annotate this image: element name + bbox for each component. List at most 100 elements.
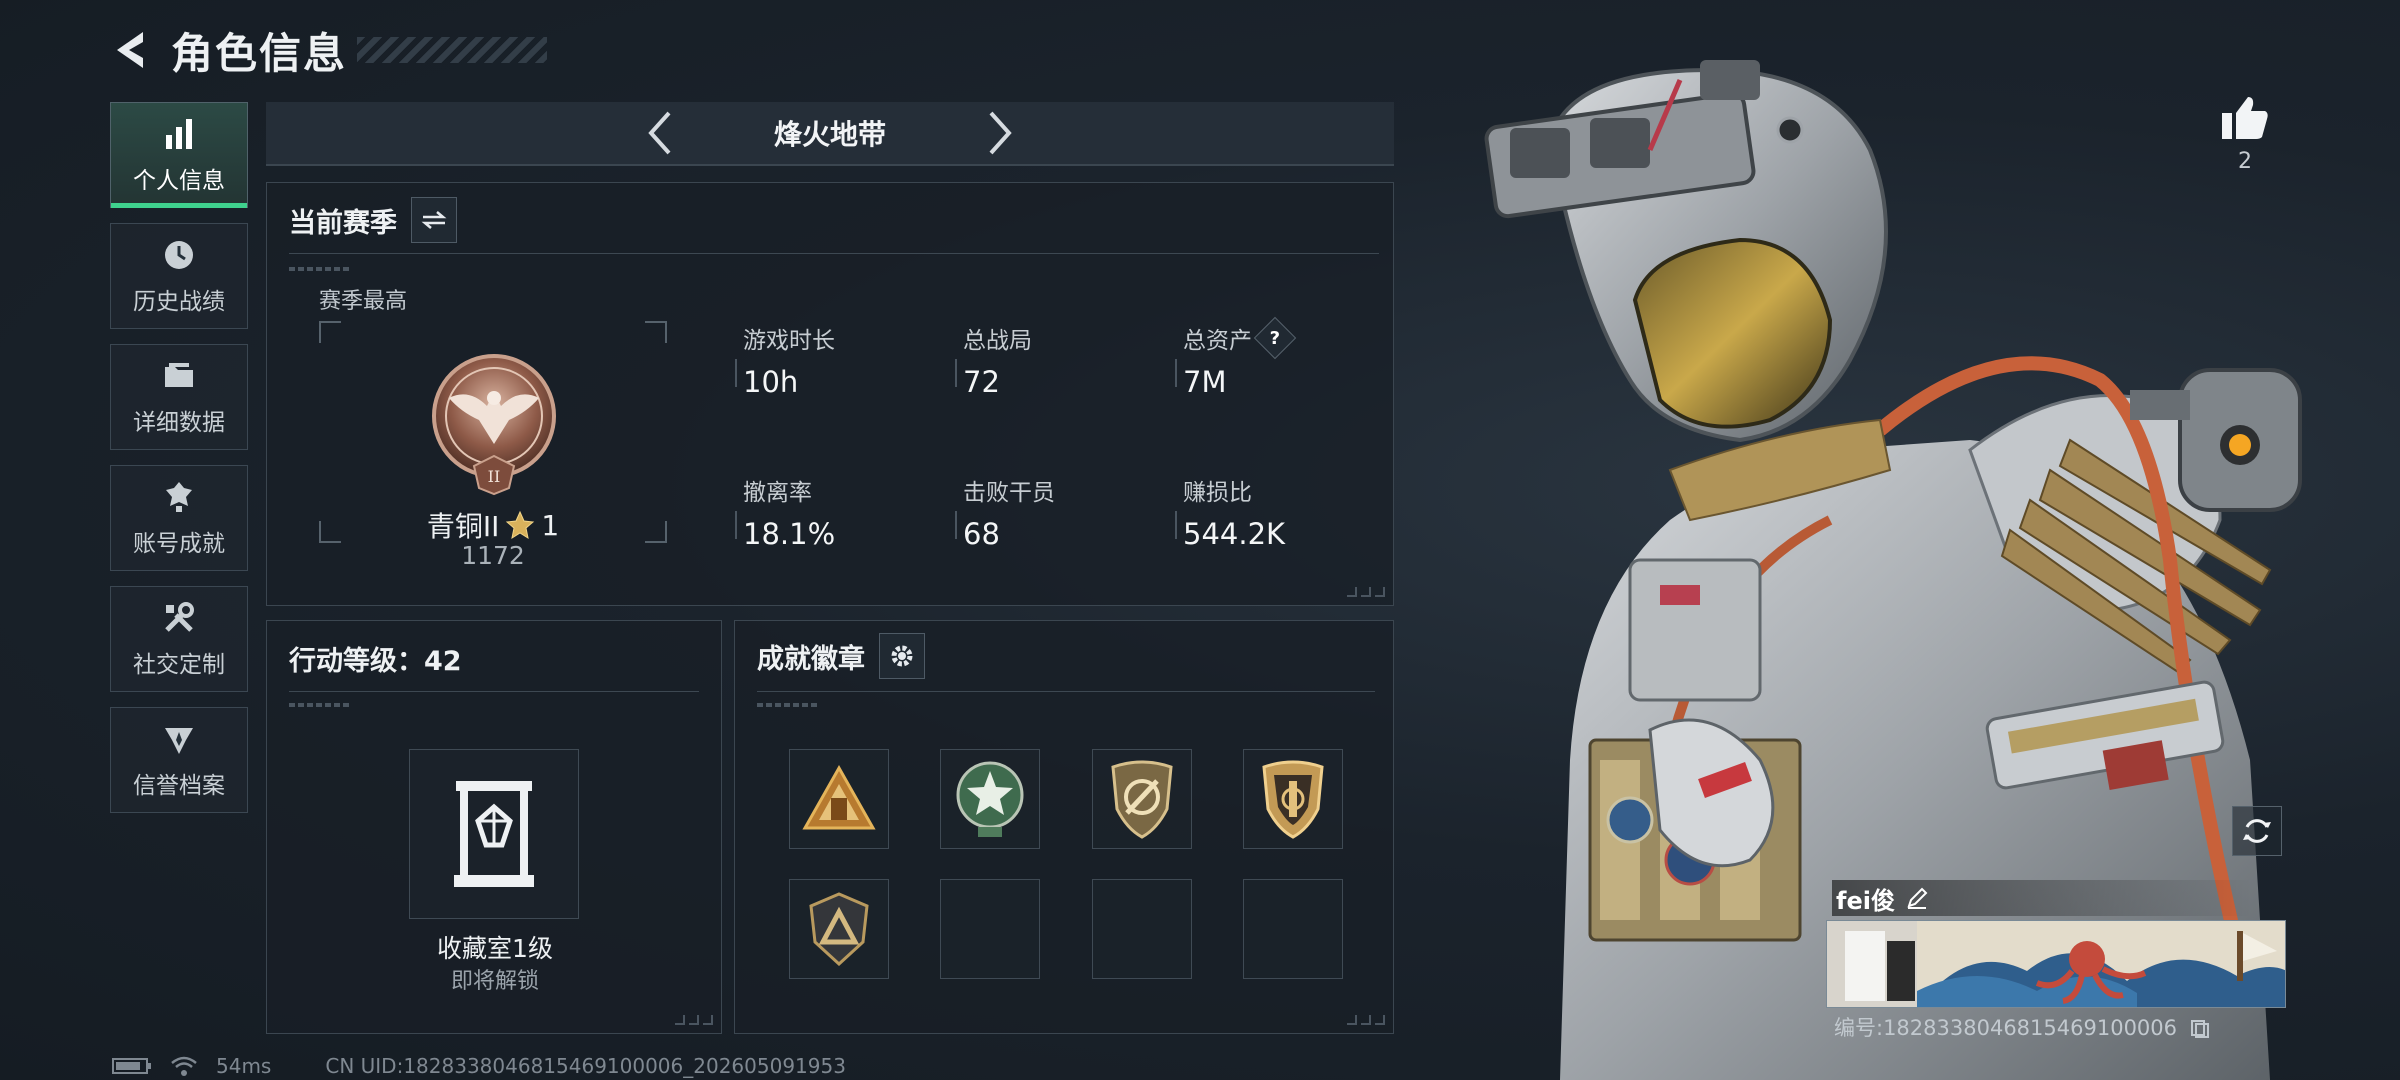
season-best-label: 赛季最高 <box>319 289 408 314</box>
octopus-wave-banner-image <box>1827 921 2285 1007</box>
like-count: 2 <box>2238 149 2252 174</box>
gold-star-icon <box>506 510 535 540</box>
rank-name: 青铜II <box>426 510 500 543</box>
badge-slot-empty[interactable] <box>1092 879 1192 979</box>
rank-star-count: 1 <box>541 508 560 542</box>
battery-icon <box>112 1058 151 1074</box>
divider <box>757 691 1375 692</box>
stat-marker <box>1175 511 1177 539</box>
achievement-badge-panel: 成就徽章 <box>734 620 1394 1034</box>
action-level-panel: 行动等级：42 收藏室1级 即将解锁 <box>266 620 722 1034</box>
stat-label: 击败干员 <box>963 480 1055 506</box>
collection-room-button[interactable] <box>409 749 579 919</box>
badge-slot[interactable] <box>1092 749 1192 849</box>
season-title: 当前赛季 <box>289 207 397 239</box>
stat-label: 撤离率 <box>743 480 812 506</box>
corner-decoration <box>1347 1015 1385 1025</box>
credit-badge-icon <box>160 720 198 758</box>
stat-play-time: 游戏时长 10h <box>735 321 835 399</box>
copy-icon[interactable] <box>2190 1019 2210 1039</box>
sidebar-item-achievements[interactable]: 账号成就 <box>110 465 248 571</box>
badge-slot[interactable] <box>1243 749 1343 849</box>
sidebar-item-personal-info[interactable]: 个人信息 <box>110 102 248 208</box>
badge-slot[interactable] <box>789 749 889 849</box>
mode-name: 烽火地带 <box>773 118 886 151</box>
stat-label: 赚损比 <box>1183 480 1252 506</box>
stat-marker <box>1175 359 1177 387</box>
corner-decoration <box>675 1015 713 1025</box>
sidebar-item-detailed-data[interactable]: 详细数据 <box>110 344 248 450</box>
mode-prev-button[interactable] <box>630 103 690 163</box>
mode-selector: 烽火地带 <box>266 102 1394 166</box>
season-panel: 当前赛季 赛季最高 II 青铜II 1 1172 游戏时长 10h 总战局 72… <box>266 182 1394 606</box>
player-name: fei俊 <box>1836 886 1895 915</box>
mode-next-button[interactable] <box>970 103 1030 163</box>
triangle-squad-badge-icon <box>802 764 876 830</box>
divider <box>289 691 699 692</box>
stat-operators-defeated: 击败干员 68 <box>955 473 1055 551</box>
dash-decoration <box>757 703 817 707</box>
wifi-icon <box>171 1056 197 1076</box>
refresh-button[interactable] <box>2232 806 2282 856</box>
dash-decoration <box>289 267 349 271</box>
stat-profit-loss-ratio: 赚损比 544.2K <box>1175 473 1286 551</box>
chevron-right-icon <box>989 111 1012 155</box>
sidebar-item-history[interactable]: 历史战绩 <box>110 223 248 329</box>
like-button[interactable]: 2 <box>2210 95 2280 174</box>
stat-total-assets: 总资产 ? 7M <box>1175 316 1297 399</box>
stat-value: 18.1% <box>743 517 836 551</box>
stat-value: 7M <box>1183 365 1227 399</box>
back-button[interactable] <box>105 26 153 74</box>
sidebar-item-label: 账号成就 <box>133 531 225 557</box>
stat-value: 10h <box>743 365 799 399</box>
status-bar: 54ms CN UID:1828338046815469100006_20260… <box>112 1054 846 1078</box>
green-star-wreath-badge-icon <box>956 761 1024 837</box>
header: 角色信息 <box>105 20 548 80</box>
sidebar-item-label: 历史战绩 <box>133 289 225 315</box>
player-id: 编号:1828338046815469100006 <box>1834 1012 2210 1042</box>
shield-slash-badge-icon <box>1111 760 1173 839</box>
badge-slot[interactable] <box>940 749 1040 849</box>
rank-emblem: II <box>429 348 559 498</box>
help-button[interactable]: ? <box>1253 316 1297 360</box>
gear-icon <box>891 645 913 667</box>
page-title: 角色信息 <box>171 28 348 78</box>
thumbs-up-icon <box>2222 97 2268 139</box>
folder-icon <box>160 357 198 395</box>
badge-slot[interactable] <box>789 879 889 979</box>
ping-value: 54ms <box>216 1054 272 1078</box>
chevron-left-icon <box>648 111 671 155</box>
player-name-row: fei俊 <box>1832 880 2252 916</box>
wrench-tools-icon <box>160 599 198 637</box>
shield-crest-badge-icon <box>1262 760 1324 839</box>
badge-title: 成就徽章 <box>757 643 865 675</box>
sidebar-item-label: 信誉档案 <box>133 773 225 799</box>
sidebar-item-social-custom[interactable]: 社交定制 <box>110 586 248 692</box>
stat-value: 544.2K <box>1183 517 1286 551</box>
bar-chart-icon <box>160 115 198 153</box>
badge-slot-empty[interactable] <box>1243 879 1343 979</box>
frame-corner <box>319 321 341 343</box>
season-switch-button[interactable] <box>411 197 457 243</box>
svg-text:II: II <box>488 467 501 486</box>
badge-slot-empty[interactable] <box>940 879 1040 979</box>
bronze-eagle-emblem-icon: II <box>432 354 556 496</box>
refresh-icon <box>2243 819 2271 843</box>
corner-decoration <box>1347 587 1385 597</box>
collection-status: 即将解锁 <box>450 969 539 994</box>
badge-settings-button[interactable] <box>879 633 925 679</box>
stat-label: 游戏时长 <box>743 328 835 354</box>
stat-marker <box>955 359 957 387</box>
stat-label: 总资产 <box>1183 328 1252 354</box>
action-level-title: 行动等级：42 <box>289 646 462 677</box>
dash-decoration <box>289 703 349 707</box>
rank-name-row: 青铜II 1 <box>267 505 719 545</box>
player-banner[interactable] <box>1826 920 2286 1008</box>
edit-pencil-icon[interactable] <box>1905 886 1929 910</box>
rank-score: 1172 <box>461 541 525 570</box>
achievement-icon <box>160 478 198 516</box>
sidebar-item-credit-record[interactable]: 信誉档案 <box>110 707 248 813</box>
history-clock-icon <box>160 236 198 274</box>
stat-marker <box>735 511 737 539</box>
stat-value: 72 <box>963 365 1000 399</box>
